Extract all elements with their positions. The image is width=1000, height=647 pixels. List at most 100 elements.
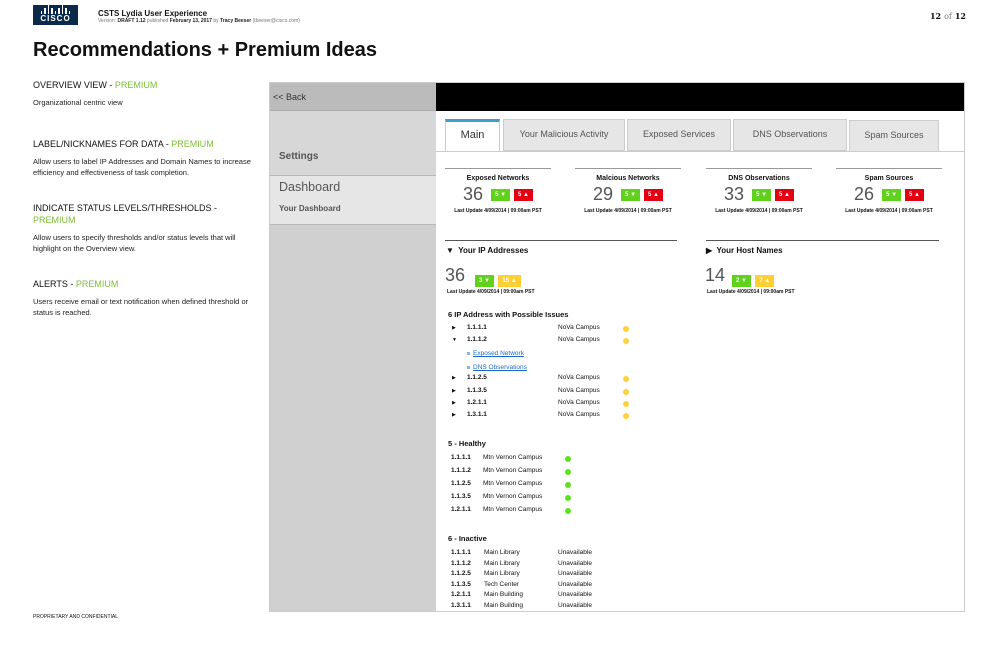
inactive-ip[interactable]: 1.1.1.2 xyxy=(451,560,471,567)
host-section-header[interactable]: ▶ Your Host Names xyxy=(706,246,783,255)
status-dot-green xyxy=(565,495,571,501)
ip-section-divider xyxy=(445,240,677,241)
inactive-status: Unavailable xyxy=(558,602,592,609)
healthy-ip[interactable]: 1.2.1.1 xyxy=(451,506,471,513)
host-count: 14 xyxy=(705,265,726,285)
doc-title: CSTS Lydia User Experience xyxy=(98,9,208,18)
host-section-divider xyxy=(706,240,939,241)
issue-location: NoVa Campus xyxy=(558,324,600,331)
stat-value: 33 xyxy=(724,184,745,204)
sidebar-item-your-dashboard[interactable]: Your Dashboard xyxy=(279,204,341,213)
note-title: LABEL/NICKNAMES FOR DATA - PREMIUM xyxy=(33,139,214,149)
green-badge: 5 ▼ xyxy=(491,188,511,201)
inactive-ip[interactable]: 1.2.1.1 xyxy=(451,591,471,598)
healthy-ip[interactable]: 1.1.2.5 xyxy=(451,480,471,487)
stat-card-malicious-networks[interactable]: Malcious Networks 29 5 ▼ 5 ▲ Last Update 4… xyxy=(575,168,681,214)
yellow-badge: 7 ▲ xyxy=(755,275,775,287)
status-dot-green xyxy=(565,456,571,462)
stat-card-spam-sources[interactable]: Spam Sources 26 5 ▼ 5 ▲ Last Update 4/09/2… xyxy=(836,168,942,214)
ip-count: 36 xyxy=(445,265,466,285)
green-badge: 5 ▼ xyxy=(752,188,772,201)
triangle-down-icon[interactable]: ▼ xyxy=(452,337,457,343)
logo-bars xyxy=(33,5,78,14)
triangle-right-icon[interactable]: ▶ xyxy=(452,388,456,394)
doc-meta: Version: DRAFT 1.12 published February 1… xyxy=(98,18,300,24)
note-text: Users receive email or text notification… xyxy=(33,297,249,317)
healthy-ip[interactable]: 1.1.3.5 xyxy=(451,493,471,500)
issue-link[interactable]: Exposed Network xyxy=(467,350,524,357)
status-dot-yellow xyxy=(623,338,629,344)
red-badge: 5 ▲ xyxy=(514,188,533,201)
notes-panel: OVERVIEW VIEW - PREMIUM Organizational c… xyxy=(33,79,255,340)
triangle-right-icon[interactable]: ▶ xyxy=(452,325,456,331)
issue-ip[interactable]: 1.1.1.1 xyxy=(467,324,487,331)
status-dot-yellow xyxy=(623,326,629,332)
inactive-location: Tech Center xyxy=(484,580,520,588)
stat-name: Exposed Networks xyxy=(466,175,530,182)
green-badge: 5 ▼ xyxy=(621,188,641,201)
triangle-right-icon[interactable]: ▶ xyxy=(452,412,456,418)
square-bullet-icon xyxy=(467,365,470,369)
issue-ip[interactable]: 1.1.1.2 xyxy=(467,336,487,343)
issue-ip[interactable]: 1.2.1.1 xyxy=(467,399,487,406)
green-badge: 3 ▼ xyxy=(475,275,494,287)
back-button[interactable]: << Back xyxy=(270,83,436,111)
issue-ip[interactable]: 1.3.1.1 xyxy=(467,411,487,418)
inactive-ip[interactable]: 1.3.1.1 xyxy=(451,602,471,609)
stat-name: Spam Sources xyxy=(864,175,914,182)
top-bar xyxy=(436,83,964,111)
page-title: Recommendations + Premium Ideas xyxy=(33,39,378,61)
stat-name: Malcious Networks xyxy=(596,175,660,182)
inactive-location: Main Building xyxy=(484,591,524,599)
app-mockup: << Back Settings Dashboard Your Dashboar… xyxy=(269,82,965,612)
inactive-status: Unavailable xyxy=(558,580,592,588)
inactive-status: Unavailable xyxy=(558,570,592,578)
stat-value: 26 xyxy=(854,184,875,204)
stat-last-update: Last Update 4/09/2014 | 09:00am PST xyxy=(454,208,542,214)
triangle-right-icon: ▶ xyxy=(706,246,713,255)
status-dot-yellow xyxy=(623,413,629,419)
issue-ip[interactable]: 1.1.2.5 xyxy=(467,374,487,381)
issue-location: NoVa Campus xyxy=(558,336,600,343)
stat-name: DNS Observations xyxy=(728,175,790,182)
stat-card-dns-observations[interactable]: DNS Observations 33 5 ▼ 5 ▲ Last Update 4/… xyxy=(706,168,812,214)
issue-ip[interactable]: 1.1.3.5 xyxy=(467,387,487,394)
issue-link-label: Exposed Network xyxy=(473,350,524,357)
inactive-ip[interactable]: 1.1.2.5 xyxy=(451,570,471,577)
stat-last-update: Last Update 4/09/2014 | 09:00am PST xyxy=(845,208,933,214)
sidebar-item-settings[interactable]: Settings xyxy=(279,151,318,162)
issue-location: NoVa Campus xyxy=(558,411,600,418)
status-dot-yellow xyxy=(623,389,629,395)
tab-spam-sources[interactable]: Spam Sources xyxy=(849,120,939,152)
tab-exposed-services[interactable]: Exposed Services xyxy=(627,119,731,151)
triangle-right-icon[interactable]: ▶ xyxy=(452,375,456,381)
logo-text: CISCO xyxy=(40,14,71,23)
healthy-location: Mtn Vernon Campus xyxy=(483,493,543,500)
tab-malicious-activity[interactable]: Your Malicious Activity xyxy=(503,119,625,151)
healthy-title: 5 - Healthy xyxy=(448,439,486,448)
healthy-ip[interactable]: 1.1.1.1 xyxy=(451,454,471,461)
stat-value: 29 xyxy=(593,184,614,204)
sidebar-item-dashboard[interactable]: Dashboard xyxy=(279,180,340,194)
square-bullet-icon xyxy=(467,351,470,355)
status-dot-yellow xyxy=(623,401,629,407)
tab-main[interactable]: Main xyxy=(445,119,500,152)
host-badges: 2 ▼ 7 ▲ xyxy=(732,269,775,287)
inactive-ip[interactable]: 1.1.1.1 xyxy=(451,549,471,556)
stat-last-update: Last Update 4/09/2014 | 09:00am PST xyxy=(715,208,803,214)
triangle-down-icon: ▼ xyxy=(446,246,454,255)
ip-section-header[interactable]: ▼ Your IP Addresses xyxy=(446,246,528,255)
issue-location: NoVa Campus xyxy=(558,387,600,394)
stat-last-update: Last Update 4/09/2014 | 09:00am PST xyxy=(584,208,672,214)
host-last-update: Last Update 4/09/2014 | 09:00am PST xyxy=(707,289,795,295)
inactive-ip[interactable]: 1.1.3.5 xyxy=(451,581,471,588)
note-text: Allow users to specify thresholds and/or… xyxy=(33,233,236,253)
ip-badges: 3 ▼ 15 ▲ xyxy=(475,269,521,287)
healthy-ip[interactable]: 1.1.1.2 xyxy=(451,467,471,474)
issue-link[interactable]: DNS Observations xyxy=(467,364,527,371)
sidebar-settings-panel xyxy=(270,111,436,176)
stat-card-exposed-networks[interactable]: Exposed Networks 36 5 ▼ 5 ▲ Last Update 4/… xyxy=(445,168,551,214)
stat-value: 36 xyxy=(463,184,484,204)
tab-dns-observations[interactable]: DNS Observations xyxy=(733,119,847,151)
triangle-right-icon[interactable]: ▶ xyxy=(452,400,456,406)
